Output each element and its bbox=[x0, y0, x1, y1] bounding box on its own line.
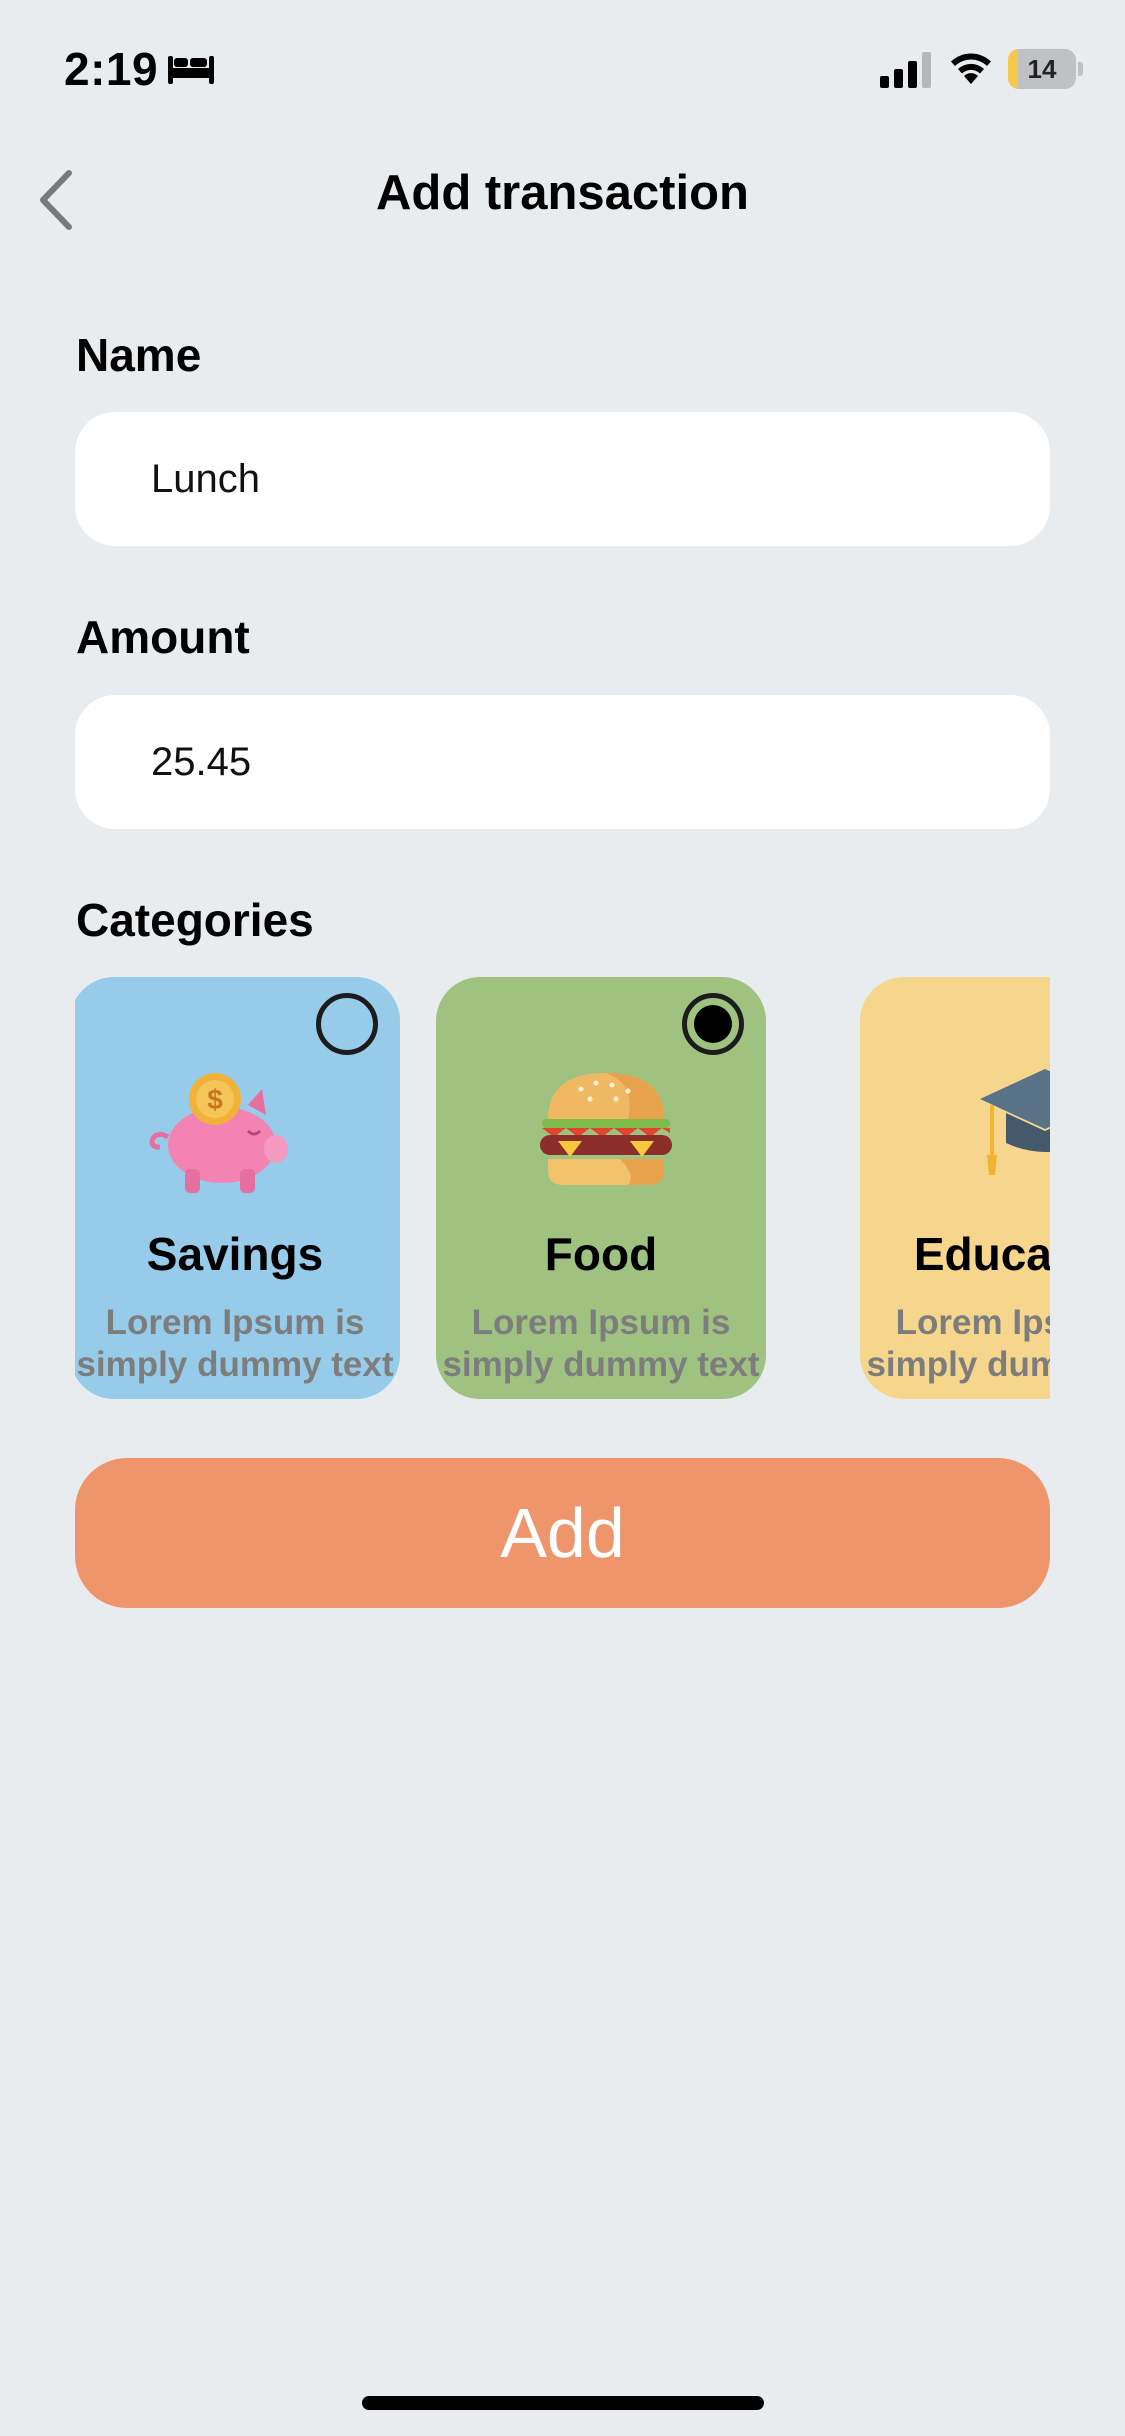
burger-icon bbox=[540, 1073, 672, 1185]
status-time: 2:19 bbox=[64, 43, 159, 95]
category-title-savings: Savings bbox=[146, 1228, 324, 1280]
battery-level: 14 bbox=[1027, 54, 1057, 84]
add-transaction-screen: 2:19 14 Add transaction Name Lunch Amoun… bbox=[0, 0, 1125, 2436]
sleep-focus-icon bbox=[168, 56, 214, 84]
svg-text:$: $ bbox=[207, 1084, 223, 1115]
amount-input[interactable] bbox=[75, 695, 1050, 829]
page-title: Add transaction bbox=[376, 166, 749, 220]
piggy-bank-icon: $ bbox=[149, 1073, 288, 1193]
category-card-education[interactable]: Education Lorem Ipsum is simply dummy te… bbox=[860, 977, 1050, 1399]
graduation-cap-icon bbox=[980, 1069, 1050, 1175]
category-description-food: Lorem Ipsum is simply dummy text bbox=[442, 1303, 760, 1384]
category-radio-savings[interactable] bbox=[316, 993, 378, 1055]
amount-label: Amount bbox=[76, 611, 250, 663]
category-title-education: Education bbox=[913, 1228, 1050, 1280]
status-bar: 2:19 14 bbox=[0, 0, 1125, 140]
category-radio-food[interactable] bbox=[682, 993, 744, 1055]
wifi-icon bbox=[951, 53, 991, 84]
battery-indicator: 14 bbox=[1008, 49, 1083, 89]
category-description-education: Lorem Ipsum is simply dummy text bbox=[866, 1303, 1050, 1384]
category-title-food: Food bbox=[544, 1228, 658, 1280]
categories-carousel[interactable]: $ Savings Lorem Ipsum is simply dummy te… bbox=[75, 977, 1050, 1399]
name-input[interactable] bbox=[75, 412, 1050, 546]
cellular-signal-icon bbox=[880, 52, 931, 88]
category-description-savings: Lorem Ipsum is simply dummy text bbox=[76, 1303, 394, 1384]
category-card-food[interactable]: Food Lorem Ipsum is simply dummy text bbox=[436, 977, 766, 1399]
name-label: Name bbox=[76, 329, 202, 381]
category-card-savings[interactable]: $ Savings Lorem Ipsum is simply dummy te… bbox=[75, 977, 400, 1399]
home-indicator[interactable] bbox=[362, 2396, 764, 2410]
add-button[interactable]: Add bbox=[75, 1458, 1050, 1608]
categories-label: Categories bbox=[76, 894, 314, 946]
